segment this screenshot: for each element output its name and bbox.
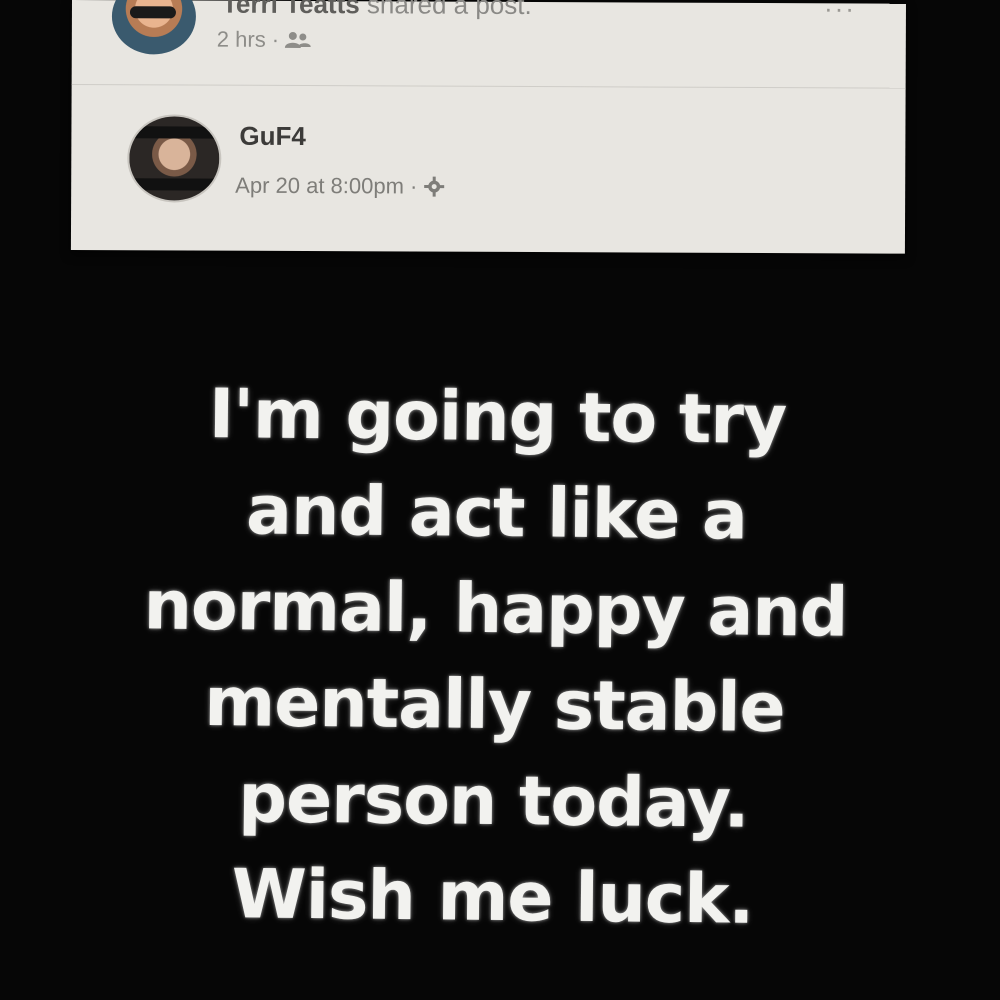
post-text-line: Wish me luck. [231, 855, 754, 940]
post-text-line: mentally stable [203, 662, 786, 749]
separator: · [271, 26, 280, 52]
post-text-line: person today. [237, 759, 750, 844]
avatar-caption-band [129, 126, 220, 139]
author-name[interactable]: GuF4 [239, 121, 306, 152]
sunglasses-shape [129, 6, 176, 19]
post-text-line: I'm going to try [208, 374, 787, 461]
share-row: Terri Teatts shared a post. 2 hrs · ··· [71, 0, 906, 89]
post-timestamp[interactable]: Apr 20 at 8:00pm [235, 173, 404, 200]
author-row: GuF4 Apr 20 at 8:00pm · [71, 86, 906, 254]
author-avatar[interactable] [127, 114, 222, 203]
post-header-card: Terri Teatts shared a post. 2 hrs · ··· [70, 0, 906, 254]
gear-icon [423, 176, 445, 198]
separator: · [409, 173, 418, 199]
phone-screen: Terri Teatts shared a post. 2 hrs · ··· [0, 0, 1000, 1000]
sharer-name[interactable]: Terri Teatts [222, 0, 360, 19]
author-meta: Apr 20 at 8:00pm · [235, 173, 445, 200]
share-meta: 2 hrs · [217, 26, 312, 53]
post-text-block: I'm going to try and act like a normal, … [57, 365, 933, 950]
sharer-avatar[interactable] [111, 0, 197, 55]
friends-icon [285, 31, 312, 49]
more-icon[interactable]: ··· [824, 0, 856, 24]
share-time[interactable]: 2 hrs [217, 27, 266, 53]
share-text: Terri Teatts shared a post. [222, 0, 532, 21]
share-action: shared a post. [366, 0, 532, 21]
post-text-line: normal, happy and [143, 566, 848, 653]
post-text-line: and act like a [245, 471, 748, 556]
avatar-caption-band [129, 178, 220, 191]
